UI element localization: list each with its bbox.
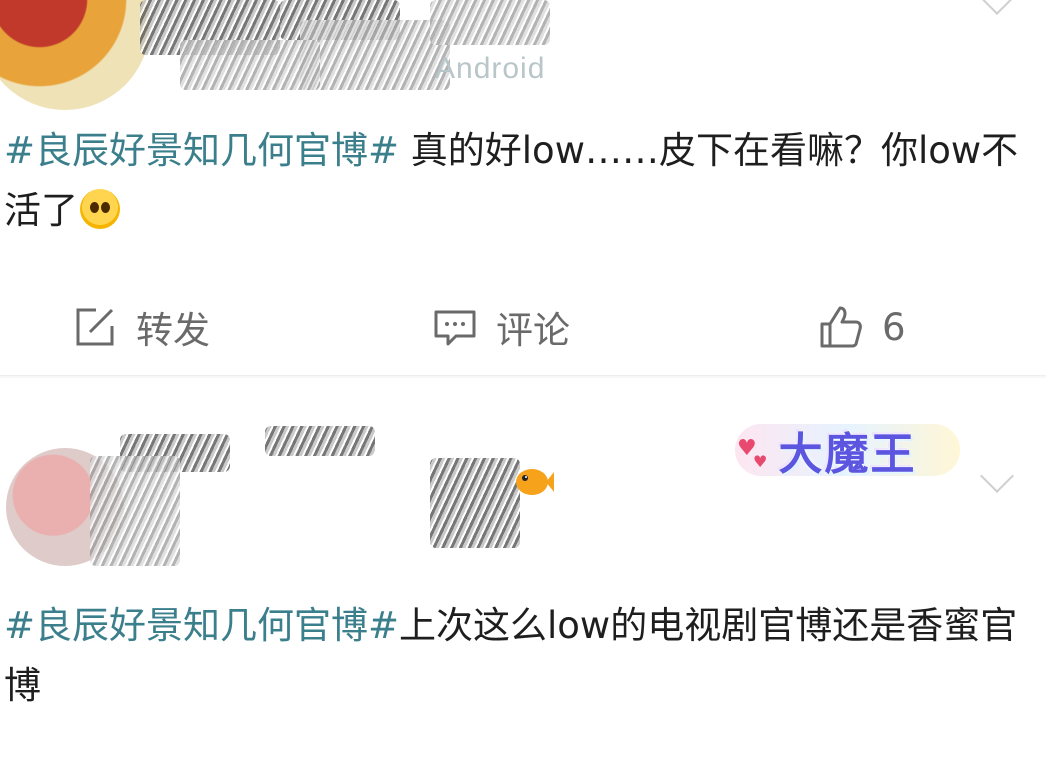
comment-icon: [434, 310, 476, 346]
member-badge: ♥ ♥ 大魔王: [735, 416, 960, 484]
like-button[interactable]: 6: [818, 292, 906, 362]
like-count: 6: [882, 305, 906, 349]
topic-link[interactable]: #良辰好景知几何官博#: [4, 129, 399, 172]
heart-icon: ♥: [753, 452, 768, 471]
post-content: #良辰好景知几何官博# 真的好low……皮下在看嘛？你low不活了: [4, 121, 1024, 241]
repost-label: 转发: [136, 309, 210, 352]
comment-button[interactable]: 评论: [432, 292, 570, 362]
topic-link[interactable]: #良辰好景知几何官博#: [4, 604, 399, 647]
chevron-down-icon[interactable]: [980, 0, 1014, 15]
like-icon: [820, 306, 862, 348]
avatar[interactable]: [0, 0, 150, 110]
fish-emoji-icon: [516, 469, 554, 495]
repost-button[interactable]: 转发: [72, 292, 210, 362]
chevron-down-icon[interactable]: [980, 459, 1014, 493]
action-bar: 转发 评论 6: [0, 292, 1046, 362]
post-card: ♥ ♥ 大魔王 #良辰好景知几何官博#上次这么low的电视剧官博还是香蜜官博: [0, 376, 1046, 767]
badge-text: 大魔王: [778, 429, 917, 480]
emoji-icon: [80, 189, 120, 229]
comment-label: 评论: [496, 309, 570, 352]
post-card: Android #良辰好景知几何官博# 真的好low……皮下在看嘛？你low不活…: [0, 0, 1046, 375]
post-source: Android: [435, 52, 546, 85]
repost-icon: [76, 308, 114, 346]
post-content: #良辰好景知几何官博#上次这么low的电视剧官博还是香蜜官博: [4, 596, 1024, 716]
